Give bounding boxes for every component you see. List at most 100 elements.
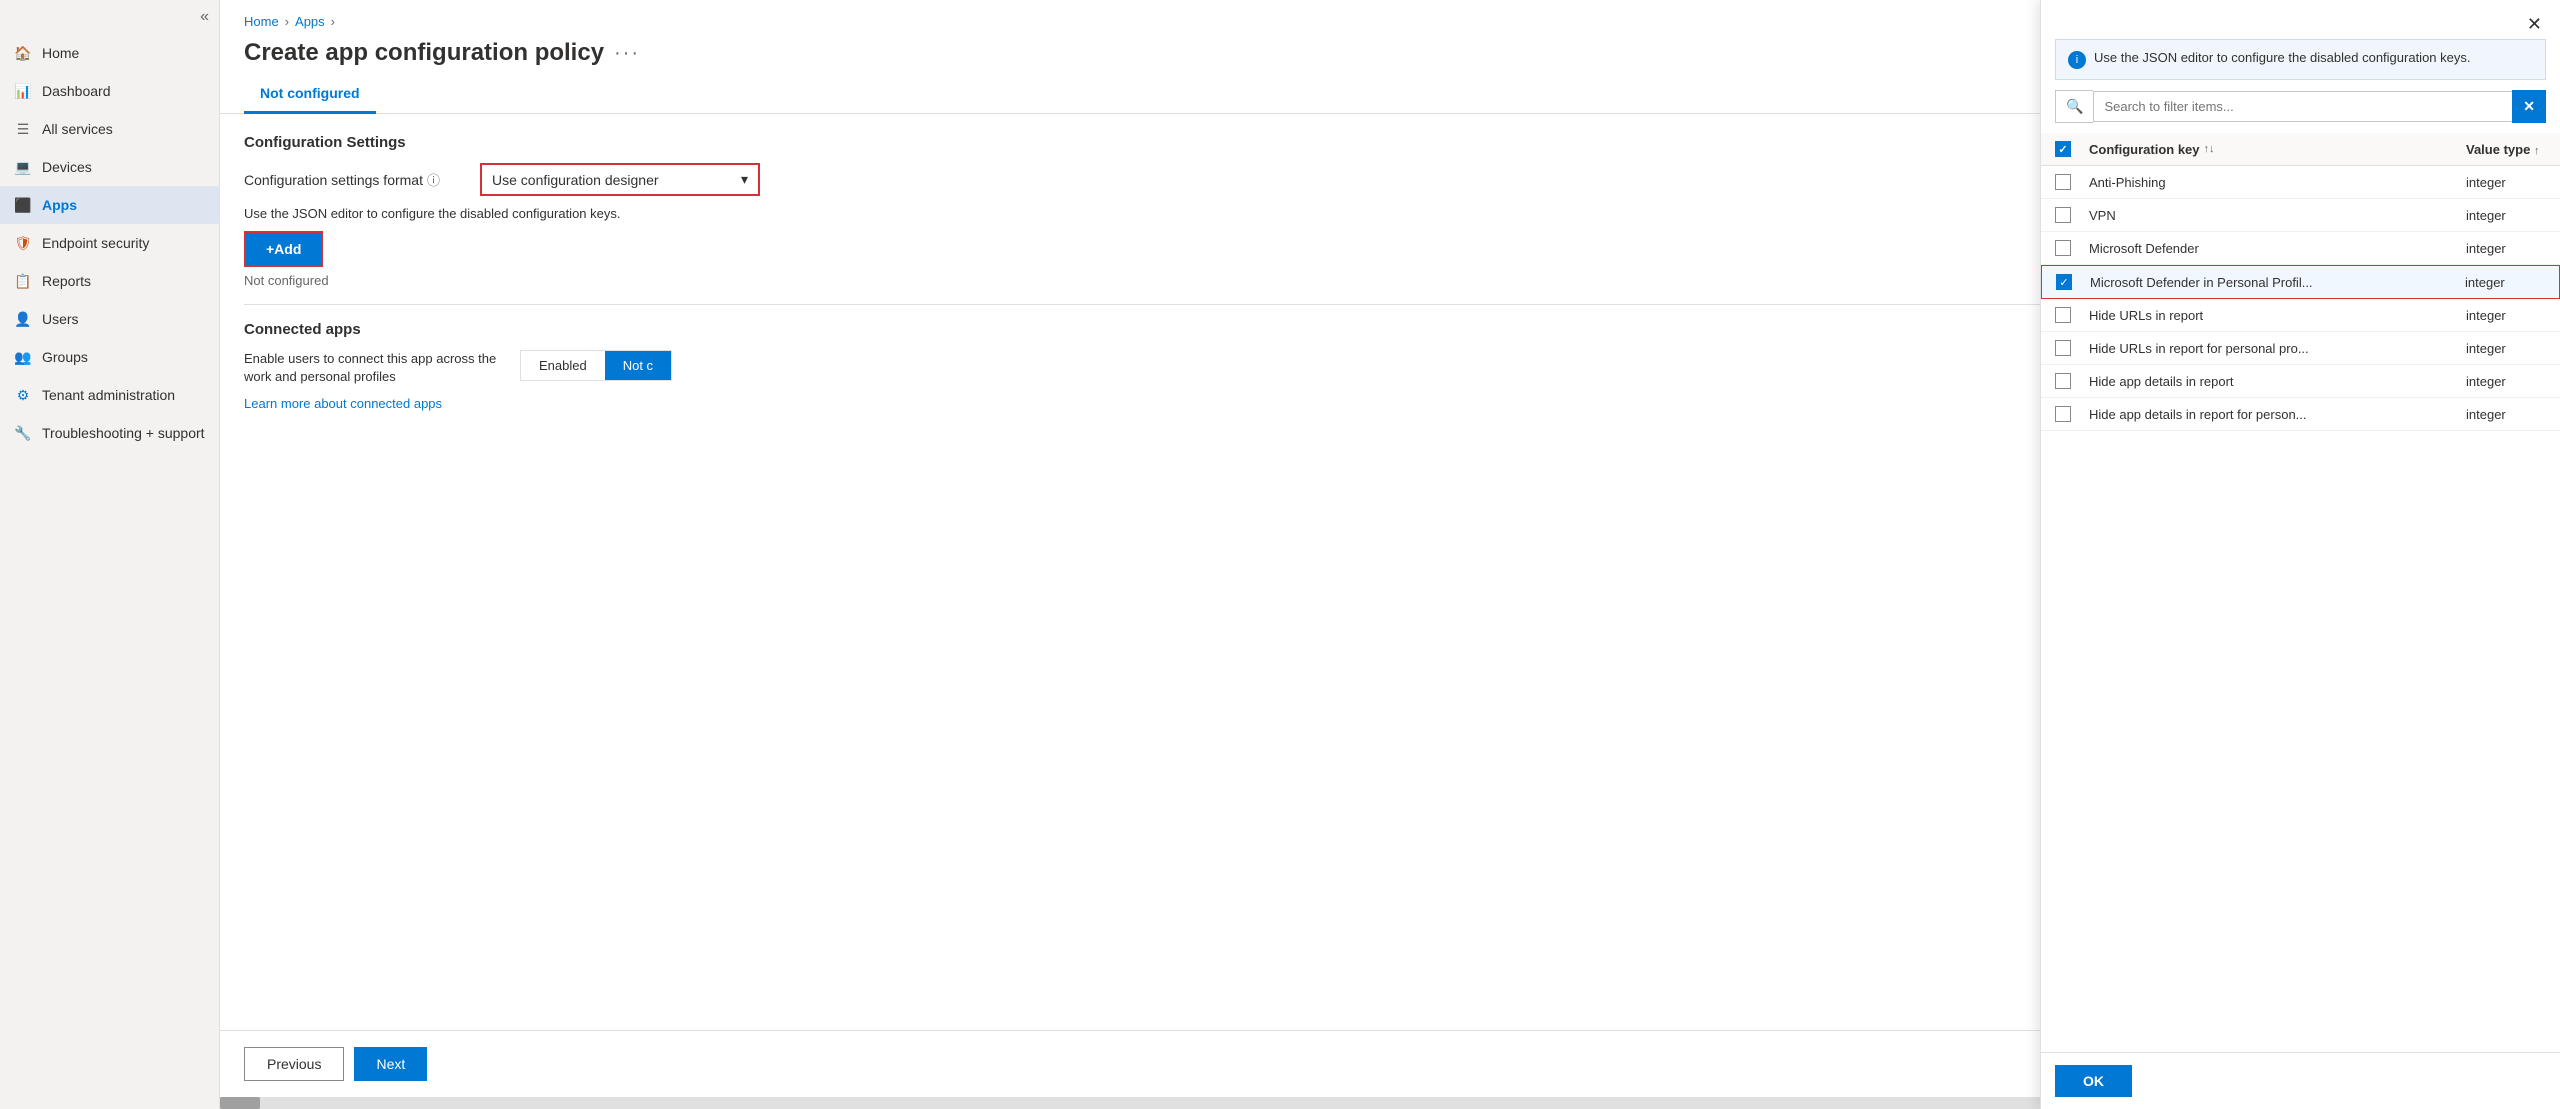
key-microsoft-defender: Microsoft Defender	[2089, 241, 2456, 256]
breadcrumb-apps[interactable]: Apps	[295, 14, 325, 29]
panel-footer: OK	[2041, 1052, 2560, 1109]
users-icon: 👤	[14, 310, 32, 328]
breadcrumb-home[interactable]: Home	[244, 14, 279, 29]
search-icon: 🔍	[2055, 90, 2093, 123]
key-microsoft-defender-personal: Microsoft Defender in Personal Profil...	[2090, 275, 2455, 290]
config-format-info-icon[interactable]: ⓘ	[427, 170, 440, 189]
panel-info-text: Use the JSON editor to configure the dis…	[2094, 50, 2471, 65]
page-title: Create app configuration policy	[244, 39, 604, 67]
breadcrumb-separator-1: ›	[285, 14, 289, 29]
all-services-icon: ☰	[14, 120, 32, 138]
sidebar-label-troubleshooting: Troubleshooting + support	[42, 425, 205, 441]
dashboard-icon: 📊	[14, 82, 32, 100]
type-hide-urls: integer	[2466, 308, 2546, 323]
sidebar-label-reports: Reports	[42, 273, 91, 289]
checkbox-anti-phishing[interactable]	[2055, 174, 2071, 190]
main-content: Home › Apps › Create app configuration p…	[220, 0, 2560, 1109]
page-options-button[interactable]: ···	[614, 42, 640, 65]
tab-not-configured[interactable]: Not configured	[244, 75, 376, 114]
home-icon: 🏠	[14, 44, 32, 62]
config-format-dropdown[interactable]: Use configuration designer ▾	[480, 163, 760, 196]
checkbox-microsoft-defender[interactable]	[2055, 240, 2071, 256]
panel-row-hide-app-details-personal[interactable]: Hide app details in report for person...…	[2041, 398, 2560, 431]
key-hide-app-details-personal: Hide app details in report for person...	[2089, 407, 2456, 422]
sidebar-item-apps[interactable]: ⬛ Apps	[0, 186, 219, 224]
connected-apps-toggle[interactable]: Enabled Not c	[520, 350, 672, 381]
ok-button[interactable]: OK	[2055, 1065, 2132, 1097]
sidebar-label-home: Home	[42, 45, 79, 61]
panel-search-clear-button[interactable]: ✕	[2512, 90, 2546, 123]
info-icon: i	[2068, 51, 2086, 69]
value-type-sort-icon[interactable]: ↑	[2534, 145, 2540, 157]
horizontal-scrollbar-thumb[interactable]	[220, 1097, 260, 1109]
checkbox-microsoft-defender-personal[interactable]	[2056, 274, 2072, 290]
key-vpn: VPN	[2089, 208, 2456, 223]
checkbox-vpn[interactable]	[2055, 207, 2071, 223]
sidebar-item-home[interactable]: 🏠 Home	[0, 34, 219, 72]
dropdown-chevron-icon: ▾	[741, 171, 748, 188]
key-hide-app-details: Hide app details in report	[2089, 374, 2456, 389]
sidebar-item-groups[interactable]: 👥 Groups	[0, 338, 219, 376]
panel-table: Anti-Phishing integer VPN integer Micros…	[2041, 166, 2560, 1052]
sidebar-label-tenant-administration: Tenant administration	[42, 387, 175, 403]
sidebar-label-groups: Groups	[42, 349, 88, 365]
checkbox-hide-app-details[interactable]	[2055, 373, 2071, 389]
type-microsoft-defender-personal: integer	[2465, 275, 2545, 290]
panel-table-header: Configuration key ↑↓ Value type ↑	[2041, 133, 2560, 166]
sidebar-item-troubleshooting[interactable]: 🔧 Troubleshooting + support	[0, 414, 219, 452]
panel-row-vpn[interactable]: VPN integer	[2041, 199, 2560, 232]
panel-row-microsoft-defender-personal[interactable]: Microsoft Defender in Personal Profil...…	[2041, 265, 2560, 299]
sidebar-item-users[interactable]: 👤 Users	[0, 300, 219, 338]
toggle-not-configured[interactable]: Not c	[605, 351, 671, 380]
reports-icon: 📋	[14, 272, 32, 290]
apps-icon: ⬛	[14, 196, 32, 214]
key-hide-urls-personal: Hide URLs in report for personal pro...	[2089, 341, 2456, 356]
panel-search-input[interactable]	[2093, 91, 2512, 122]
sidebar-item-endpoint-security[interactable]: 🛡 Endpoint security	[0, 224, 219, 262]
config-format-label: Configuration settings format ⓘ	[244, 170, 464, 189]
add-button[interactable]: +Add	[244, 231, 323, 267]
next-button[interactable]: Next	[354, 1047, 427, 1081]
type-hide-urls-personal: integer	[2466, 341, 2546, 356]
tenant-administration-icon: ⚙	[14, 386, 32, 404]
panel-row-microsoft-defender[interactable]: Microsoft Defender integer	[2041, 232, 2560, 265]
sidebar-label-dashboard: Dashboard	[42, 83, 111, 99]
panel-row-hide-app-details[interactable]: Hide app details in report integer	[2041, 365, 2560, 398]
connected-apps-label: Enable users to connect this app across …	[244, 350, 504, 386]
configuration-panel: ✕ i Use the JSON editor to configure the…	[2040, 0, 2560, 1109]
sidebar-label-apps: Apps	[42, 197, 77, 213]
type-hide-app-details: integer	[2466, 374, 2546, 389]
value-type-header: Value type ↑	[2466, 142, 2546, 157]
sidebar-item-dashboard[interactable]: 📊 Dashboard	[0, 72, 219, 110]
toggle-enabled[interactable]: Enabled	[521, 351, 605, 380]
groups-icon: 👥	[14, 348, 32, 366]
learn-more-link[interactable]: Learn more about connected apps	[244, 396, 442, 411]
type-microsoft-defender: integer	[2466, 241, 2546, 256]
config-key-sort-icon[interactable]: ↑↓	[2204, 143, 2215, 155]
type-vpn: integer	[2466, 208, 2546, 223]
panel-row-hide-urls-personal[interactable]: Hide URLs in report for personal pro... …	[2041, 332, 2560, 365]
type-hide-app-details-personal: integer	[2466, 407, 2546, 422]
checkbox-hide-urls-personal[interactable]	[2055, 340, 2071, 356]
config-key-header: Configuration key ↑↓	[2089, 142, 2456, 157]
sidebar-item-devices[interactable]: 💻 Devices	[0, 148, 219, 186]
sidebar-label-endpoint-security: Endpoint security	[42, 235, 149, 251]
sidebar-item-all-services[interactable]: ☰ All services	[0, 110, 219, 148]
previous-button[interactable]: Previous	[244, 1047, 344, 1081]
sidebar-label-all-services: All services	[42, 121, 113, 137]
panel-row-anti-phishing[interactable]: Anti-Phishing integer	[2041, 166, 2560, 199]
panel-info-banner: i Use the JSON editor to configure the d…	[2055, 39, 2546, 80]
panel-header-checkbox[interactable]	[2055, 141, 2071, 157]
panel-row-hide-urls[interactable]: Hide URLs in report integer	[2041, 299, 2560, 332]
sidebar-collapse-button[interactable]: «	[0, 0, 219, 34]
type-anti-phishing: integer	[2466, 175, 2546, 190]
key-anti-phishing: Anti-Phishing	[2089, 175, 2456, 190]
checkbox-hide-urls[interactable]	[2055, 307, 2071, 323]
sidebar-item-tenant-administration[interactable]: ⚙ Tenant administration	[0, 376, 219, 414]
sidebar-item-reports[interactable]: 📋 Reports	[0, 262, 219, 300]
endpoint-security-icon: 🛡	[14, 234, 32, 252]
panel-header: ✕	[2041, 0, 2560, 39]
troubleshooting-icon: 🔧	[14, 424, 32, 442]
panel-close-button[interactable]: ✕	[2523, 10, 2546, 39]
checkbox-hide-app-details-personal[interactable]	[2055, 406, 2071, 422]
